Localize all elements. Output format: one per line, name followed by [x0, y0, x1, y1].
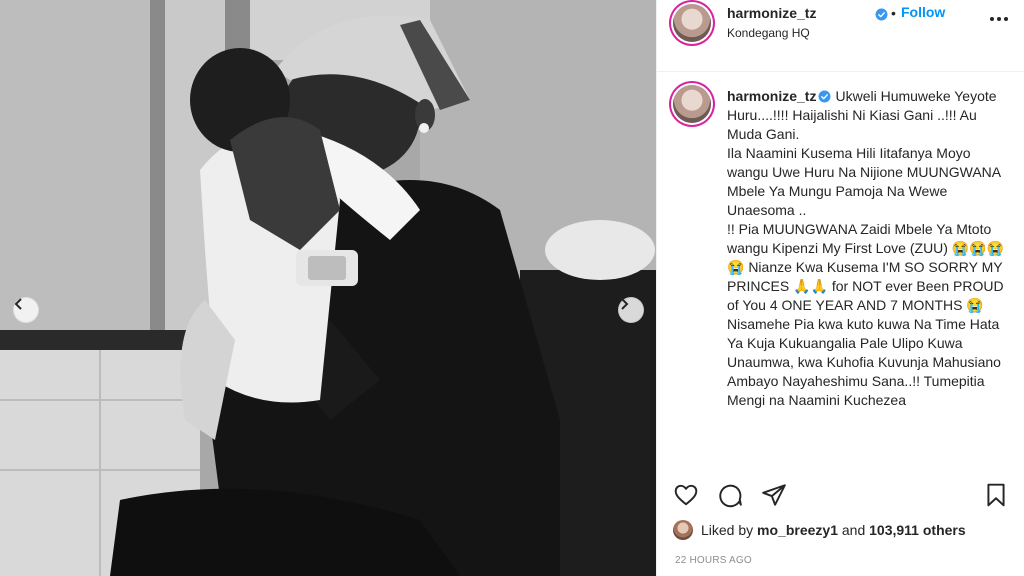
post-location[interactable]: Kondegang HQ [727, 26, 810, 40]
avatar[interactable] [673, 4, 711, 42]
more-options-icon[interactable] [987, 10, 1011, 28]
verified-badge-icon [875, 8, 888, 21]
likes-count[interactable]: 103,911 others [869, 522, 966, 538]
caption-text: Ukweli Humuweke Yeyote Huru....!!!! Haij… [727, 88, 1005, 408]
photo-illustration [0, 0, 656, 576]
caption-section: harmonize_tz Ukweli Humuweke Yeyote Huru.… [657, 72, 1024, 468]
post-timestamp[interactable]: 22 HOURS AGO [675, 555, 752, 566]
caption-avatar[interactable] [673, 85, 711, 123]
post-header: harmonize_tz • Follow Kondegang HQ [657, 0, 1024, 72]
chevron-right-icon [621, 298, 629, 310]
post-caption: harmonize_tz Ukweli Humuweke Yeyote Huru.… [727, 87, 1013, 410]
next-photo-button[interactable] [618, 297, 644, 323]
post-side-panel: harmonize_tz • Follow Kondegang HQ harmo… [656, 0, 1024, 576]
heart-icon[interactable] [673, 482, 699, 508]
liker-avatar[interactable] [673, 520, 693, 540]
post-photo[interactable] [0, 0, 656, 576]
separator-dot: • [891, 5, 896, 21]
bookmark-icon[interactable] [983, 482, 1009, 508]
likes-prefix: Liked by [701, 522, 754, 538]
comment-icon[interactable] [717, 482, 743, 508]
likes-and: and [841, 522, 866, 538]
share-icon[interactable] [761, 482, 787, 508]
previous-photo-button[interactable] [13, 297, 39, 323]
verified-badge-icon [819, 90, 831, 103]
header-username[interactable]: harmonize_tz [727, 5, 816, 21]
caption-username[interactable]: harmonize_tz [727, 88, 816, 104]
follow-button[interactable]: Follow [901, 4, 945, 20]
liked-by-username[interactable]: mo_breezy1 [757, 522, 838, 538]
chevron-left-icon [14, 298, 22, 310]
likes-summary: Liked by mo_breezy1 and 103,911 others [673, 519, 966, 541]
action-bar [657, 470, 1024, 510]
